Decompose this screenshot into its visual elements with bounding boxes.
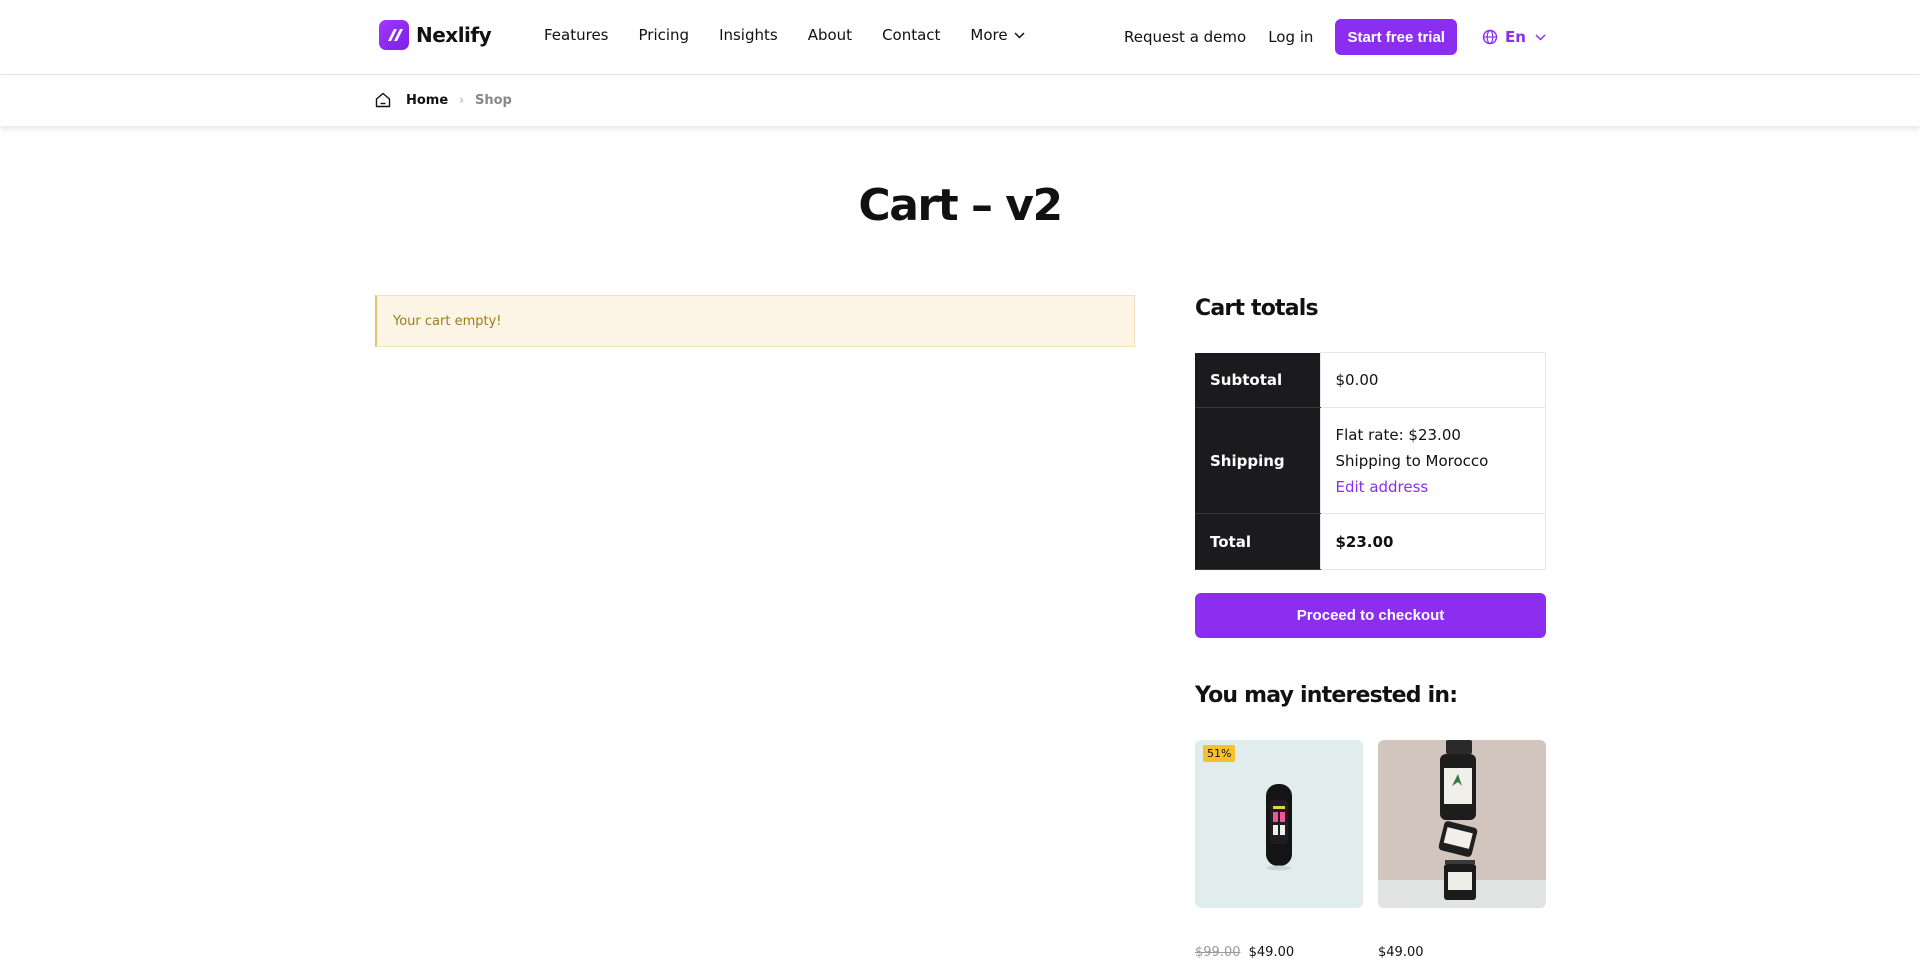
product-sale-price: $49.00 [1248, 945, 1295, 960]
home-icon[interactable] [374, 91, 392, 109]
fitness-band-image [1266, 784, 1292, 871]
stacked-bottles-image [1378, 740, 1546, 908]
nav-item-contact[interactable]: Contact [882, 26, 940, 44]
login-link[interactable]: Log in [1268, 28, 1313, 46]
table-row: Subtotal $0.00 [1195, 352, 1546, 408]
nav-item-pricing[interactable]: Pricing [639, 26, 690, 44]
request-demo-link[interactable]: Request a demo [1124, 28, 1246, 46]
shipping-destination: Shipping to Morocco [1335, 451, 1489, 470]
empty-cart-notice: Your cart empty! [375, 295, 1135, 347]
chevron-down-icon [1535, 33, 1546, 41]
product-card[interactable]: $49.00 [1378, 740, 1546, 960]
subtotal-value: $0.00 [1319, 352, 1546, 408]
nav-item-insights[interactable]: Insights [719, 26, 778, 44]
brand-logo[interactable]: Nexlify [379, 20, 492, 50]
breadcrumb-current: Shop [475, 92, 512, 108]
globe-icon [1482, 29, 1498, 45]
nav-item-more[interactable]: More [970, 26, 1025, 44]
breadcrumb: Home › Shop [374, 91, 512, 109]
total-value: $23.00 [1319, 513, 1546, 570]
nav-item-about[interactable]: About [808, 26, 852, 44]
table-row: Total $23.00 [1195, 513, 1546, 570]
site-header: Nexlify Features Pricing Insights About … [0, 0, 1920, 75]
product-image[interactable] [1378, 740, 1546, 908]
product-card[interactable]: 51% $99.00 $49.00 [1195, 740, 1363, 960]
breadcrumb-bar: Home › Shop [0, 76, 1920, 126]
product-old-price: $99.00 [1195, 945, 1241, 960]
shipping-details: Flat rate: $23.00 Shipping to Morocco Ed… [1319, 407, 1546, 514]
page-title: Cart – v2 [858, 180, 1063, 231]
start-trial-button[interactable]: Start free trial [1335, 19, 1457, 55]
proceed-to-checkout-button[interactable]: Proceed to checkout [1195, 593, 1546, 638]
main-nav: Features Pricing Insights About Contact … [544, 26, 1055, 44]
shipping-label: Shipping [1195, 407, 1320, 514]
table-row: Shipping Flat rate: $23.00 Shipping to M… [1195, 407, 1546, 514]
nav-item-features[interactable]: Features [544, 26, 609, 44]
shipping-rate: Flat rate: $23.00 [1335, 425, 1461, 444]
chevron-down-icon [1014, 31, 1025, 39]
edit-address-link[interactable]: Edit address [1336, 474, 1531, 500]
nav-more-label: More [970, 26, 1008, 44]
product-price: $49.00 [1378, 945, 1424, 960]
sale-badge: 51% [1203, 745, 1236, 762]
product-sale-price: $49.00 [1378, 945, 1424, 960]
language-selector[interactable]: En [1482, 28, 1546, 46]
cart-totals-heading: Cart totals [1195, 296, 1319, 321]
subtotal-label: Subtotal [1195, 352, 1320, 408]
product-image[interactable]: 51% [1195, 740, 1363, 908]
product-price: $99.00 $49.00 [1195, 945, 1294, 960]
cart-totals-table: Subtotal $0.00 Shipping Flat rate: $23.0… [1195, 352, 1546, 570]
header-actions: Request a demo Log in Start free trial E… [1124, 19, 1546, 55]
brand-name: Nexlify [416, 23, 492, 47]
breadcrumb-home-link[interactable]: Home [406, 93, 448, 108]
brand-logo-icon [379, 20, 409, 50]
language-label: En [1504, 28, 1526, 46]
total-label: Total [1195, 513, 1320, 570]
chevron-right-icon: › [459, 93, 464, 107]
recommendations-heading: You may interested in: [1195, 683, 1458, 708]
